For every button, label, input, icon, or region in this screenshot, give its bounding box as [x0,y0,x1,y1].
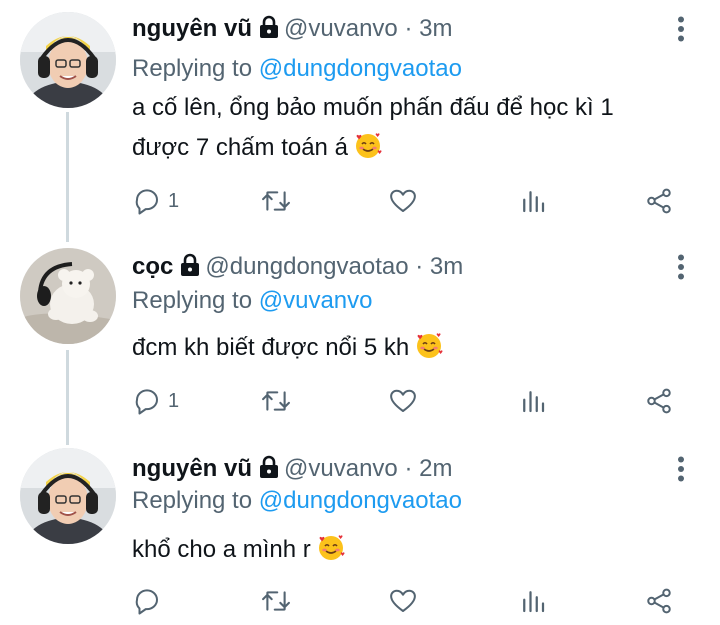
like-button[interactable] [388,184,418,218]
tweet-header: nguyên vũ @vuvanvo · 2m [132,452,452,486]
replying-prefix: Replying to [132,487,253,514]
tweet[interactable]: cọc @dungdongvaotao · 3m Replying to @vuv… [0,248,720,420]
like-icon [390,189,416,212]
timestamp[interactable]: 2m [419,455,452,482]
time-separator: · [404,15,413,42]
replying-to: Replying to @vuvanvo [132,284,373,318]
views-button[interactable] [518,584,548,618]
timestamp[interactable]: 3m [419,15,452,42]
like-icon [390,589,416,612]
more-options-icon[interactable] [664,12,698,46]
like-button[interactable] [388,584,418,618]
reply-button[interactable]: 1 [132,384,179,418]
time-separator: · [404,455,413,482]
lock-icon [258,15,280,49]
reply-button[interactable] [132,584,168,618]
avatar[interactable] [20,448,116,544]
share-icon [647,588,671,614]
handle[interactable]: @vuvanvo [284,455,398,482]
share-button[interactable] [644,584,674,618]
like-button[interactable] [388,384,418,418]
replying-to-link[interactable]: @dungdongvaotao [259,55,462,82]
smiling-face-with-hearts-icon [354,132,382,160]
display-name[interactable]: nguyên vũ [132,455,252,482]
smiling-face-with-hearts-icon [415,332,443,360]
handle[interactable]: @dungdongvaotao [205,253,408,280]
reply-icon [135,589,158,615]
share-button[interactable] [644,384,674,418]
replying-prefix: Replying to [132,287,253,314]
tweet-header: nguyên vũ @vuvanvo · 3m [132,12,452,46]
retweet-icon [262,191,290,211]
share-button[interactable] [644,184,674,218]
handle[interactable]: @vuvanvo [284,15,398,42]
like-icon [390,389,416,412]
tweet[interactable]: nguyên vũ @vuvanvo · 2m Replying to @dung… [0,448,720,622]
views-icon [523,391,545,413]
replying-to-link[interactable]: @vuvanvo [259,287,373,314]
tweet-actions: 1 [132,184,692,218]
tweet-text-line: đcm kh biết được nổi 5 kh [132,328,692,368]
smiling-face-with-hearts-icon [317,534,345,562]
views-button[interactable] [518,184,548,218]
reply-icon [135,189,158,215]
replying-to-link[interactable]: @dungdongvaotao [259,487,462,514]
avatar[interactable] [20,248,116,344]
tweet-text: a cố lên, ổng bảo muốn phấn đấu để học k… [132,88,692,168]
retweet-button[interactable] [260,184,292,218]
lock-icon [179,253,201,287]
tweet[interactable]: nguyên vũ @vuvanvo · 3m Replying to @dung… [0,12,720,222]
tweet-header: cọc @dungdongvaotao · 3m [132,250,463,284]
timestamp[interactable]: 3m [430,253,463,280]
replying-prefix: Replying to [132,55,253,82]
views-icon [523,591,545,613]
time-separator: · [415,253,424,280]
share-icon [647,188,671,214]
retweet-icon [262,591,290,611]
more-options-icon[interactable] [664,452,698,486]
tweet-text-line: khổ cho a mình r [132,530,692,570]
display-name[interactable]: cọc [132,253,173,280]
reply-icon [135,389,158,415]
tweet-text: khổ cho a mình r [132,530,692,570]
replying-to: Replying to @dungdongvaotao [132,52,462,86]
replying-to: Replying to @dungdongvaotao [132,484,462,518]
share-icon [647,388,671,414]
display-name[interactable]: nguyên vũ [132,15,252,42]
tweet-actions: 1 [132,384,692,418]
tweet-text-line: a cố lên, ổng bảo muốn phấn đấu để học k… [132,94,614,121]
tweet-text: đcm kh biết được nổi 5 kh [132,328,692,368]
views-button[interactable] [518,384,548,418]
reply-button[interactable]: 1 [132,184,179,218]
reply-count: 1 [168,189,180,212]
avatar[interactable] [20,12,116,108]
tweet-text-line: được 7 chấm toán á [132,128,692,168]
views-icon [523,191,545,213]
tweet-actions [132,584,692,618]
retweet-button[interactable] [260,584,292,618]
retweet-button[interactable] [260,384,292,418]
more-options-icon[interactable] [664,250,698,284]
retweet-icon [262,391,290,411]
reply-count: 1 [168,389,180,412]
